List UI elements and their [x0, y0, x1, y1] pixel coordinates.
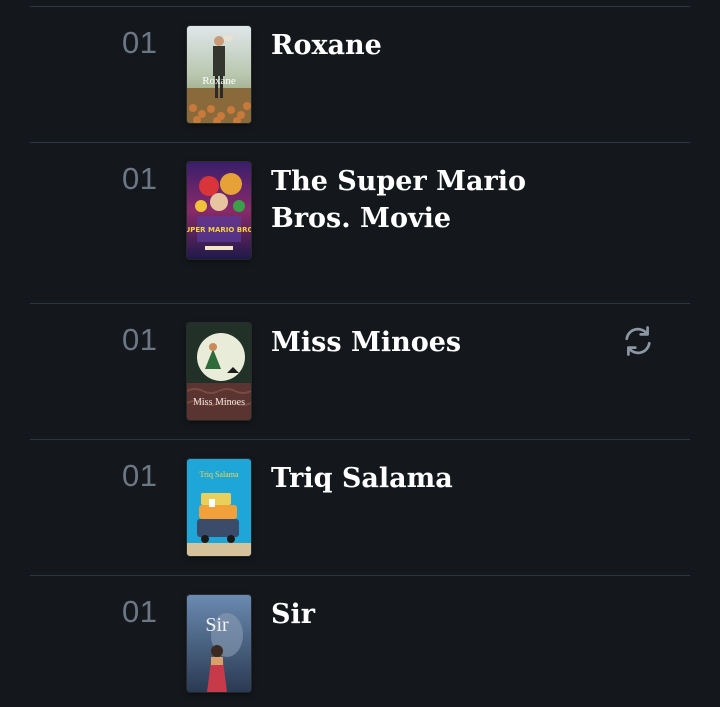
poster-title-text: Sir: [205, 614, 229, 636]
rank-number: 01: [122, 161, 158, 196]
poster-title-text: SUPER MARIO BROS: [187, 226, 251, 234]
film-poster[interactable]: Roxane: [187, 26, 251, 123]
film-poster[interactable]: Sir: [187, 595, 251, 692]
list-item[interactable]: 01 Miss Minoes Miss Minoes: [30, 303, 690, 439]
rank-number: 01: [122, 594, 158, 629]
rank-number: 01: [122, 322, 158, 357]
list-item[interactable]: 01 Roxane Roxane: [30, 6, 690, 142]
film-poster[interactable]: Triq Salama: [187, 459, 251, 556]
rank-number: 01: [122, 458, 158, 493]
film-title[interactable]: Sir: [271, 596, 571, 633]
film-title[interactable]: Miss Minoes: [271, 324, 571, 361]
rewatch-icon[interactable]: [620, 323, 656, 359]
list-item[interactable]: 01 Triq Salama Triq Salama: [30, 439, 690, 575]
poster-title-text: Triq Salama: [199, 470, 238, 479]
film-title[interactable]: Triq Salama: [271, 460, 571, 497]
rank-number: 01: [122, 25, 158, 60]
film-poster[interactable]: SUPER MARIO BROS: [187, 162, 251, 259]
list-item[interactable]: 01 Sir Sir: [30, 575, 690, 707]
film-title[interactable]: The Super Mario Bros. Movie: [271, 163, 571, 237]
film-poster[interactable]: Miss Minoes: [187, 323, 251, 420]
poster-title-text: Roxane: [202, 75, 236, 87]
film-title[interactable]: Roxane: [271, 27, 571, 64]
list-item[interactable]: 01 SUPER MARIO BROS: [30, 142, 690, 303]
poster-title-text: Miss Minoes: [193, 397, 245, 408]
diary-film-list: 01 Roxane Roxane 01 UPER MARIO BRO The S…: [30, 6, 690, 707]
